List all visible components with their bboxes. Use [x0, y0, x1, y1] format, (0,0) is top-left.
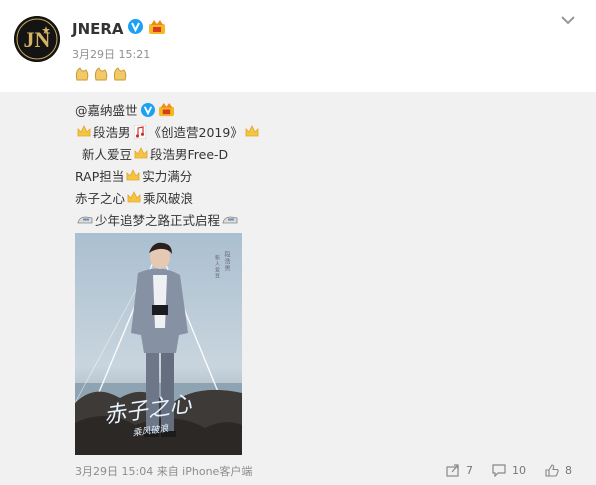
chevron-down-icon[interactable] [560, 14, 576, 26]
repost-meta[interactable]: 3月29日 15:04 来自 iPhone客户端 [75, 463, 252, 479]
comment-button[interactable]: 10 [492, 461, 526, 479]
lucky-emoji-row [74, 65, 129, 85]
post-timestamp[interactable]: 3月29日 15:21 [72, 46, 150, 62]
poster-small-caption: 新人爱豆 [214, 255, 220, 279]
verified-v-icon [128, 19, 143, 34]
vip-crown-icon [158, 102, 174, 117]
comment-icon [492, 463, 506, 477]
text-segment: 赤子之心 [75, 191, 126, 206]
lucky-charm-icon [113, 67, 127, 81]
original-author-line: @嘉纳盛世 [75, 100, 175, 119]
crown-icon [245, 125, 259, 137]
original-author-link[interactable]: @嘉纳盛世 [75, 100, 138, 119]
text-segment: 少年追梦之路正式启程 [95, 213, 221, 228]
like-count: 8 [565, 463, 572, 477]
text-line-1: 段浩男 《创造营2019》 [75, 122, 261, 141]
text-line-2: 新人爱豆 段浩男Free-D [82, 144, 228, 163]
bullet-train-icon [222, 216, 238, 223]
forward-button[interactable]: 7 [446, 461, 473, 479]
bullet-train-icon [77, 216, 93, 223]
avatar[interactable]: JN [14, 16, 60, 62]
post-header: JN JNERA 3月29日 15:21 [0, 0, 596, 92]
verified-v-icon [140, 102, 155, 117]
poster-name-vertical: 段浩男 [223, 251, 230, 272]
text-segment: 乘风破浪 [143, 191, 194, 206]
lucky-charm-icon [75, 67, 89, 81]
forward-count: 7 [466, 463, 473, 477]
crown-icon [126, 169, 140, 181]
crown-icon [127, 191, 141, 203]
text-segment: 《创造营2019》 [148, 125, 243, 140]
repost-box: @嘉纳盛世 段浩男 《创造营2019》 新人爱豆 段浩男Free-D RAP担当… [0, 92, 596, 485]
repost-footer: 3月29日 15:04 来自 iPhone客户端 7 10 8 [0, 461, 596, 485]
thumbs-up-icon [545, 463, 559, 477]
crown-icon [77, 125, 91, 137]
username[interactable]: JNERA [72, 20, 124, 38]
avatar-logo-icon: JN [14, 16, 60, 62]
lucky-charm-icon [94, 67, 108, 81]
music-note-icon [133, 124, 146, 139]
like-button[interactable]: 8 [545, 461, 572, 479]
vip-crown-icon [149, 20, 165, 34]
text-segment: RAP担当 [75, 169, 125, 184]
crown-icon [134, 147, 148, 159]
poster-image[interactable]: 赤子之心 乘风破浪 段浩男 新人爱豆 [75, 233, 242, 455]
text-segment: 段浩男Free-D [150, 147, 229, 162]
comment-count: 10 [512, 463, 526, 477]
text-segment: 新人爱豆 [82, 147, 133, 162]
text-segment: 实力满分 [142, 169, 193, 184]
text-line-5: 少年追梦之路正式启程 [75, 210, 240, 229]
forward-icon [446, 463, 459, 477]
text-line-4: 赤子之心 乘风破浪 [75, 188, 193, 207]
text-line-3: RAP担当 实力满分 [75, 166, 192, 185]
text-segment: 段浩男 [93, 125, 131, 140]
